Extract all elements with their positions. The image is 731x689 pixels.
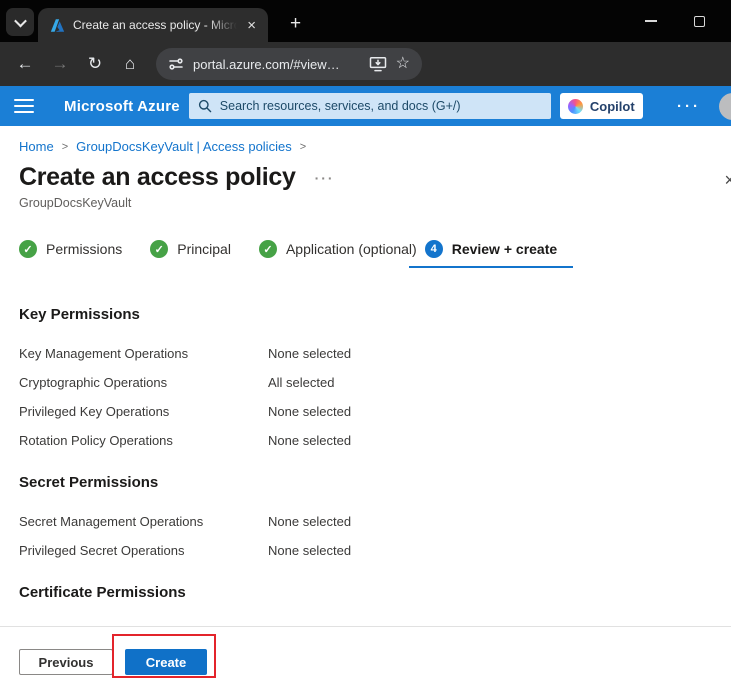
header-more-icon[interactable]: ··· <box>677 98 701 115</box>
footer-divider <box>0 626 731 627</box>
section-heading-certificate-permissions: Certificate Permissions <box>19 584 712 601</box>
row-label: Secret Management Operations <box>19 514 268 529</box>
table-row: Key Management Operations None selected <box>19 346 712 361</box>
copilot-icon <box>568 99 583 114</box>
row-value: None selected <box>268 404 351 419</box>
create-button[interactable]: Create <box>125 649 207 675</box>
tab-title: Create an access policy - Micros <box>73 18 237 32</box>
window-controls <box>645 0 705 42</box>
new-tab-button[interactable]: + <box>290 14 301 33</box>
breadcrumb-vault-link[interactable]: GroupDocsKeyVault | Access policies <box>76 139 292 154</box>
url-text[interactable]: portal.azure.com/#view… <box>193 57 360 72</box>
search-icon <box>198 99 212 113</box>
azure-brand[interactable]: Microsoft Azure <box>64 98 180 115</box>
tab-principal[interactable]: ✓ Principal <box>150 240 231 267</box>
tab-search-button[interactable] <box>6 8 34 36</box>
row-label: Rotation Policy Operations <box>19 433 268 448</box>
breadcrumb-home-link[interactable]: Home <box>19 139 54 154</box>
check-circle-icon: ✓ <box>19 240 37 258</box>
page-subtitle: GroupDocsKeyVault <box>19 196 712 210</box>
section-heading-key-permissions: Key Permissions <box>19 306 712 323</box>
row-label: Privileged Key Operations <box>19 404 268 419</box>
azure-search-box[interactable] <box>189 93 551 119</box>
maximize-icon[interactable] <box>694 16 705 27</box>
copilot-button[interactable]: Copilot <box>560 93 643 119</box>
row-value: None selected <box>268 543 351 558</box>
table-row: Privileged Secret Operations None select… <box>19 543 712 558</box>
home-icon[interactable]: ⌂ <box>117 54 143 74</box>
blade-close-icon[interactable]: × <box>724 170 731 191</box>
azure-header: Microsoft Azure Copilot ··· <box>0 86 731 126</box>
forward-icon[interactable]: → <box>47 54 73 74</box>
table-row: Secret Management Operations None select… <box>19 514 712 529</box>
avatar[interactable] <box>719 93 731 120</box>
check-circle-icon: ✓ <box>150 240 168 258</box>
check-circle-icon: ✓ <box>259 240 277 258</box>
copilot-label: Copilot <box>590 99 635 114</box>
tab-permissions[interactable]: ✓ Permissions <box>19 240 122 267</box>
row-value: All selected <box>268 375 334 390</box>
key-permissions-rows: Key Management Operations None selected … <box>19 346 712 448</box>
title-more-icon[interactable]: ··· <box>315 170 335 186</box>
row-label: Privileged Secret Operations <box>19 543 268 558</box>
title-row: Create an access policy ··· <box>19 163 712 192</box>
section-heading-secret-permissions: Secret Permissions <box>19 474 712 491</box>
table-row: Cryptographic Operations All selected <box>19 375 712 390</box>
tab-application[interactable]: ✓ Application (optional) <box>259 240 417 267</box>
tab-close-icon[interactable]: × <box>245 18 258 33</box>
tab-label: Permissions <box>46 241 122 257</box>
footer-actions: Previous Create <box>19 649 712 675</box>
reload-icon[interactable]: ↻ <box>82 54 108 74</box>
row-value: None selected <box>268 346 351 361</box>
step-number-badge: 4 <box>425 240 443 258</box>
row-label: Cryptographic Operations <box>19 375 268 390</box>
tab-label: Review + create <box>452 241 557 257</box>
minimize-icon[interactable] <box>645 20 657 22</box>
previous-button[interactable]: Previous <box>19 649 113 675</box>
browser-toolbar: ← → ↻ ⌂ portal.azure.com/#view… <box>0 42 731 86</box>
secret-permissions-rows: Secret Management Operations None select… <box>19 514 712 558</box>
address-bar[interactable]: portal.azure.com/#view… ☆ <box>156 48 422 80</box>
azure-favicon <box>50 18 65 33</box>
screen: Create an access policy - Micros × + ← →… <box>0 0 731 689</box>
row-value: None selected <box>268 433 351 448</box>
install-app-icon[interactable] <box>369 56 387 72</box>
breadcrumb-chevron-icon: > <box>300 141 306 153</box>
table-row: Rotation Policy Operations None selected <box>19 433 712 448</box>
row-label: Key Management Operations <box>19 346 268 361</box>
tab-label: Application (optional) <box>286 241 417 257</box>
browser-tab[interactable]: Create an access policy - Micros × <box>38 8 268 42</box>
row-value: None selected <box>268 514 351 529</box>
chevron-down-icon <box>14 14 27 27</box>
hamburger-menu-icon[interactable] <box>14 99 34 113</box>
breadcrumb: Home > GroupDocsKeyVault | Access polici… <box>19 126 712 154</box>
page-title: Create an access policy <box>19 163 296 192</box>
blade-content: Home > GroupDocsKeyVault | Access polici… <box>0 126 731 675</box>
back-icon[interactable]: ← <box>12 54 38 74</box>
bookmark-star-icon[interactable]: ☆ <box>396 56 410 72</box>
site-settings-icon[interactable] <box>168 56 184 72</box>
browser-titlebar: Create an access policy - Micros × + <box>0 0 731 42</box>
breadcrumb-chevron-icon: > <box>62 141 68 153</box>
search-input[interactable] <box>220 99 542 113</box>
tab-review-create[interactable]: 4 Review + create <box>409 240 573 268</box>
tab-label: Principal <box>177 241 231 257</box>
wizard-tabs: ✓ Permissions ✓ Principal ✓ Application … <box>19 240 712 268</box>
table-row: Privileged Key Operations None selected <box>19 404 712 419</box>
